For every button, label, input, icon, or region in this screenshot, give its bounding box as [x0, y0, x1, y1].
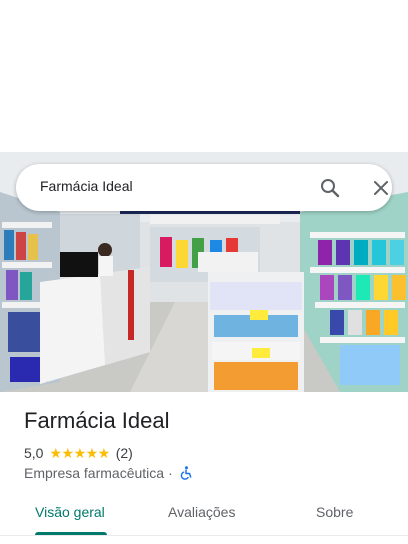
- category-row: Empresa farmacêutica ·: [24, 464, 193, 482]
- tab-visao-geral[interactable]: Visão geral: [35, 504, 105, 520]
- rating-value: 5,0: [24, 445, 44, 461]
- close-icon[interactable]: [369, 176, 393, 200]
- search-icon[interactable]: [318, 176, 342, 200]
- tab-divider: [0, 535, 408, 536]
- place-title: Farmácia Ideal: [24, 408, 170, 433]
- tab-avaliacoes[interactable]: Avaliações: [168, 504, 235, 520]
- wheelchair-icon: [179, 466, 193, 480]
- place-category: Empresa farmacêutica: [24, 465, 165, 481]
- separator: ·: [168, 465, 173, 481]
- tab-sobre[interactable]: Sobre: [316, 504, 353, 520]
- search-bar[interactable]: Farmácia Ideal: [16, 164, 392, 211]
- star-rating-icons: ★★★★★: [49, 444, 110, 461]
- review-count[interactable]: (2): [116, 445, 133, 461]
- blank-map-area: [0, 0, 408, 152]
- rating-row[interactable]: 5,0 ★★★★★ (2): [24, 444, 133, 462]
- search-input[interactable]: Farmácia Ideal: [40, 178, 133, 194]
